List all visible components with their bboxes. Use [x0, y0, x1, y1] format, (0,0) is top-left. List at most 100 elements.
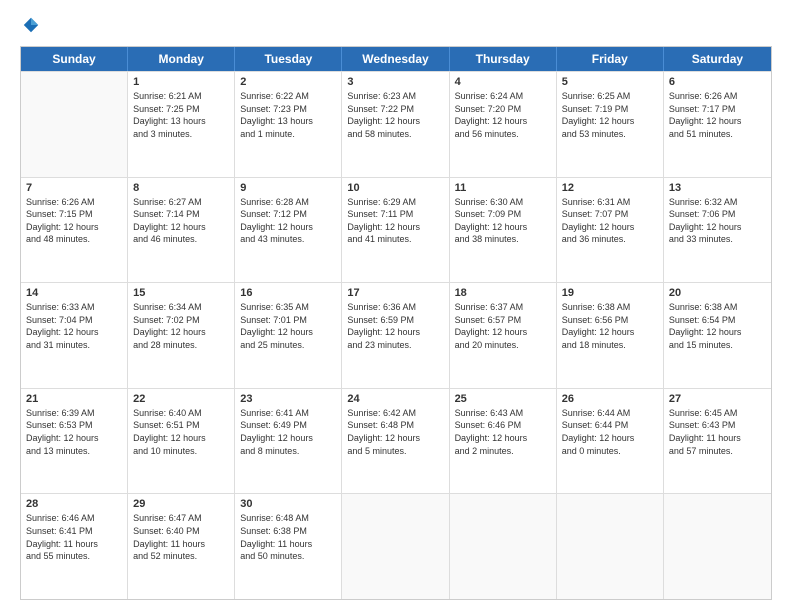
- cell-line: and 1 minute.: [240, 128, 336, 141]
- table-row: 11Sunrise: 6:30 AMSunset: 7:09 PMDayligh…: [450, 178, 557, 283]
- cell-line: Sunrise: 6:41 AM: [240, 407, 336, 420]
- table-row: 2Sunrise: 6:22 AMSunset: 7:23 PMDaylight…: [235, 72, 342, 177]
- table-row: 25 Sunrise: 6:43 AMSunset: 6:46 PMDayligh…: [450, 389, 557, 494]
- table-row: 4Sunrise: 6:24 AMSunset: 7:20 PMDaylight…: [450, 72, 557, 177]
- cell-line: and 52 minutes.: [133, 550, 229, 563]
- table-row: 13Sunrise: 6:32 AMSunset: 7:06 PMDayligh…: [664, 178, 771, 283]
- cell-line: Daylight: 12 hours: [455, 432, 551, 445]
- cell-line: Daylight: 12 hours: [133, 221, 229, 234]
- cell-line: Sunrise: 6:29 AM: [347, 196, 443, 209]
- cell-line: Sunset: 6:44 PM: [562, 419, 658, 432]
- table-row: [557, 494, 664, 599]
- cell-line: Sunset: 6:40 PM: [133, 525, 229, 538]
- cell-line: Sunset: 7:22 PM: [347, 103, 443, 116]
- cell-line: Sunset: 7:20 PM: [455, 103, 551, 116]
- cell-line: and 31 minutes.: [26, 339, 122, 352]
- calendar-row-1: 7Sunrise: 6:26 AMSunset: 7:15 PMDaylight…: [21, 177, 771, 283]
- table-row: 22Sunrise: 6:40 AMSunset: 6:51 PMDayligh…: [128, 389, 235, 494]
- day-number: 28: [26, 498, 122, 510]
- table-row: 30Sunrise: 6:48 AMSunset: 6:38 PMDayligh…: [235, 494, 342, 599]
- day-number: 18: [455, 287, 551, 299]
- cell-line: Daylight: 12 hours: [562, 221, 658, 234]
- day-number: 30: [240, 498, 336, 510]
- cell-line: and 55 minutes.: [26, 550, 122, 563]
- cell-line: Sunset: 7:19 PM: [562, 103, 658, 116]
- cell-line: Daylight: 12 hours: [562, 432, 658, 445]
- cell-line: Daylight: 12 hours: [455, 326, 551, 339]
- logo-icon: [22, 16, 40, 34]
- logo: [20, 16, 40, 36]
- day-number: 5: [562, 76, 658, 88]
- cell-line: Sunrise: 6:44 AM: [562, 407, 658, 420]
- cell-line: and 46 minutes.: [133, 233, 229, 246]
- cell-line: Sunrise: 6:27 AM: [133, 196, 229, 209]
- cell-line: Sunset: 6:51 PM: [133, 419, 229, 432]
- cell-line: Daylight: 12 hours: [26, 326, 122, 339]
- header-cell-thursday: Thursday: [450, 47, 557, 71]
- header: [20, 16, 772, 36]
- day-number: 12: [562, 182, 658, 194]
- calendar-row-4: 28Sunrise: 6:46 AMSunset: 6:41 PMDayligh…: [21, 493, 771, 599]
- table-row: 6Sunrise: 6:26 AMSunset: 7:17 PMDaylight…: [664, 72, 771, 177]
- calendar-row-2: 14Sunrise: 6:33 AMSunset: 7:04 PMDayligh…: [21, 282, 771, 388]
- cell-line: and 28 minutes.: [133, 339, 229, 352]
- day-number: 8: [133, 182, 229, 194]
- cell-line: Sunset: 7:12 PM: [240, 208, 336, 221]
- cell-line: and 20 minutes.: [455, 339, 551, 352]
- cell-line: Sunrise: 6:22 AM: [240, 90, 336, 103]
- cell-line: Sunset: 7:17 PM: [669, 103, 766, 116]
- table-row: 3 Sunrise: 6:23 AMSunset: 7:22 PMDaylight…: [342, 72, 449, 177]
- cell-line: Sunset: 6:43 PM: [669, 419, 766, 432]
- cell-line: Sunrise: 6:21 AM: [133, 90, 229, 103]
- cell-line: Sunset: 7:15 PM: [26, 208, 122, 221]
- table-row: 16Sunrise: 6:35 AMSunset: 7:01 PMDayligh…: [235, 283, 342, 388]
- day-number: 6: [669, 76, 766, 88]
- calendar-body: 1Sunrise: 6:21 AMSunset: 7:25 PMDaylight…: [21, 71, 771, 599]
- day-number: 3: [347, 76, 443, 88]
- day-number: 29: [133, 498, 229, 510]
- table-row: 26Sunrise: 6:44 AMSunset: 6:44 PMDayligh…: [557, 389, 664, 494]
- cell-line: Sunrise: 6:43 AM: [455, 407, 551, 420]
- cell-line: Daylight: 12 hours: [133, 326, 229, 339]
- header-cell-wednesday: Wednesday: [342, 47, 449, 71]
- cell-line: and 13 minutes.: [26, 445, 122, 458]
- page: SundayMondayTuesdayWednesdayThursdayFrid…: [0, 0, 792, 612]
- day-number: 25: [455, 393, 551, 405]
- table-row: [450, 494, 557, 599]
- cell-line: Sunrise: 6:23 AM: [347, 90, 443, 103]
- cell-line: Sunrise: 6:36 AM: [347, 301, 443, 314]
- cell-line: Daylight: 12 hours: [562, 115, 658, 128]
- cell-line: and 15 minutes.: [669, 339, 766, 352]
- cell-line: Sunrise: 6:42 AM: [347, 407, 443, 420]
- cell-line: and 48 minutes.: [26, 233, 122, 246]
- cell-line: Sunrise: 6:38 AM: [562, 301, 658, 314]
- cell-line: Sunrise: 6:26 AM: [26, 196, 122, 209]
- cell-line: Sunset: 6:46 PM: [455, 419, 551, 432]
- day-number: 19: [562, 287, 658, 299]
- cell-line: Sunset: 7:25 PM: [133, 103, 229, 116]
- cell-line: Daylight: 11 hours: [240, 538, 336, 551]
- cell-line: Daylight: 12 hours: [347, 115, 443, 128]
- calendar-row-3: 21Sunrise: 6:39 AMSunset: 6:53 PMDayligh…: [21, 388, 771, 494]
- cell-line: Sunrise: 6:32 AM: [669, 196, 766, 209]
- cell-line: Sunrise: 6:24 AM: [455, 90, 551, 103]
- cell-line: Sunset: 7:04 PM: [26, 314, 122, 327]
- day-number: 17: [347, 287, 443, 299]
- cell-line: Daylight: 12 hours: [347, 432, 443, 445]
- cell-line: Sunset: 7:23 PM: [240, 103, 336, 116]
- table-row: 8Sunrise: 6:27 AMSunset: 7:14 PMDaylight…: [128, 178, 235, 283]
- day-number: 20: [669, 287, 766, 299]
- cell-line: and 38 minutes.: [455, 233, 551, 246]
- cell-line: Sunrise: 6:39 AM: [26, 407, 122, 420]
- cell-line: Sunset: 6:48 PM: [347, 419, 443, 432]
- cell-line: and 8 minutes.: [240, 445, 336, 458]
- cell-line: Daylight: 12 hours: [347, 221, 443, 234]
- cell-line: and 23 minutes.: [347, 339, 443, 352]
- cell-line: Daylight: 12 hours: [26, 432, 122, 445]
- cell-line: Sunset: 6:57 PM: [455, 314, 551, 327]
- cell-line: Sunrise: 6:38 AM: [669, 301, 766, 314]
- table-row: 21Sunrise: 6:39 AMSunset: 6:53 PMDayligh…: [21, 389, 128, 494]
- cell-line: Daylight: 13 hours: [133, 115, 229, 128]
- table-row: 29Sunrise: 6:47 AMSunset: 6:40 PMDayligh…: [128, 494, 235, 599]
- table-row: [21, 72, 128, 177]
